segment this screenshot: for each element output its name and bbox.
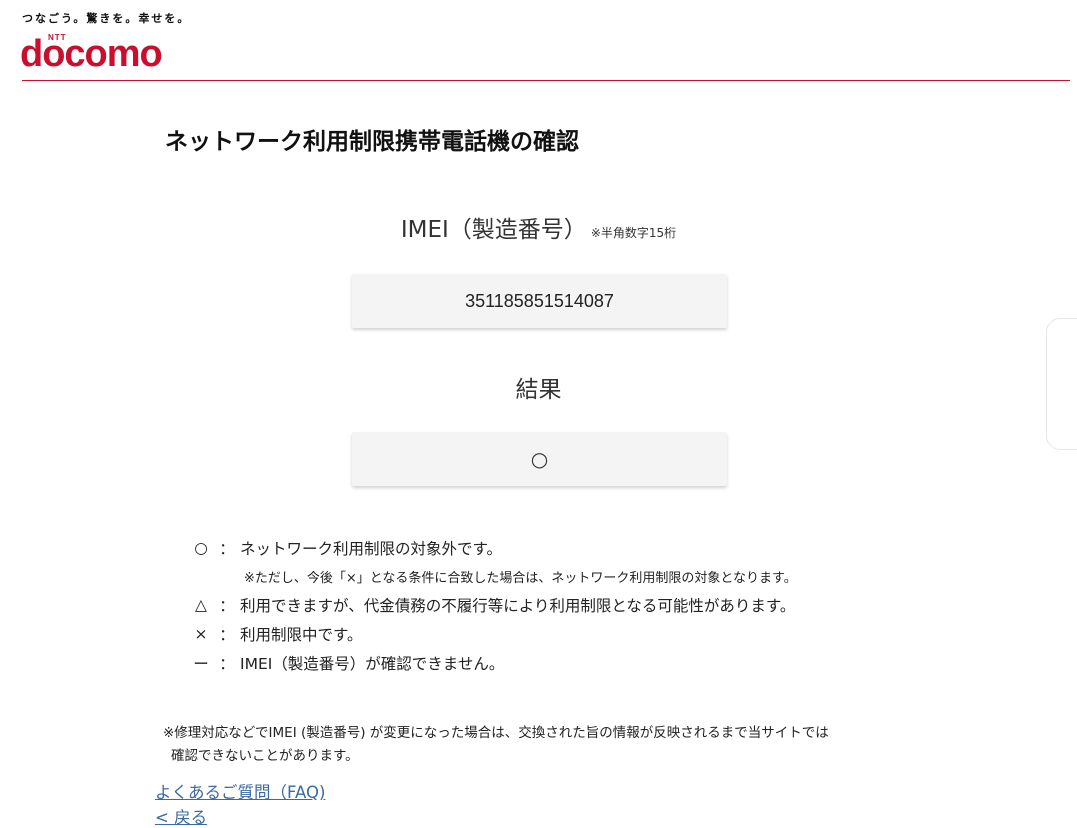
legend: ○ ： ネットワーク利用制限の対象外です。 ※ただし、今後「×」となる条件に合致…: [188, 533, 797, 677]
logo-brand-text: docomo: [20, 33, 163, 75]
legend-item-ok: ○ ： ネットワーク利用制限の対象外です。: [188, 533, 797, 562]
legend-colon: ：: [219, 596, 235, 615]
legend-item-warning: △ ： 利用できますが、代金債務の不履行等により利用制限となる可能性があります。: [188, 590, 797, 619]
legend-text: 利用制限中です。: [240, 625, 363, 644]
footnote-line-1: ※修理対応などでIMEI (製造番号) が変更になった場合は、交換された旨の情報…: [163, 725, 829, 741]
legend-colon: ：: [219, 539, 235, 558]
tagline: つなごう。驚きを。幸せを。: [22, 12, 191, 25]
back-link[interactable]: < 戻る: [155, 804, 207, 828]
legend-text: IMEI（製造番号）が確認できません。: [240, 654, 505, 673]
imei-label: IMEI（製造番号） ※半角数字15桁: [0, 210, 1077, 244]
imei-note: ※半角数字15桁: [590, 226, 677, 240]
result-label: 結果: [515, 377, 562, 403]
site-header: つなごう。驚きを。幸せを。 NTT docomo: [0, 0, 1077, 82]
faq-link[interactable]: よくあるご質問（FAQ): [155, 779, 325, 803]
triangle-symbol-icon: △: [195, 595, 207, 614]
legend-colon: ：: [219, 654, 235, 673]
page-title: ネットワーク利用制限携帯電話機の確認: [165, 129, 579, 155]
legend-text: ネットワーク利用制限の対象外です。: [240, 539, 502, 558]
circle-symbol-icon: ○: [194, 538, 208, 557]
footnote-line-2: 確認できないことがあります。: [171, 748, 359, 764]
side-floating-tab[interactable]: [1046, 318, 1077, 450]
legend-sub-note: ※ただし、今後「×」となる条件に合致した場合は、ネットワーク利用制限の対象となり…: [244, 570, 797, 586]
footnote: ※修理対応などでIMEI (製造番号) が変更になった場合は、交換された旨の情報…: [163, 722, 829, 768]
legend-item-unknown: ー ： IMEI（製造番号）が確認できません。: [188, 648, 797, 677]
legend-text: 利用できますが、代金債務の不履行等により利用制限となる可能性があります。: [240, 596, 796, 615]
dash-symbol-icon: ー: [193, 654, 209, 673]
legend-colon: ：: [219, 625, 235, 644]
result-value-field: ○: [352, 432, 727, 486]
header-divider: [22, 80, 1070, 81]
imei-value-field[interactable]: 351185851514087: [352, 274, 727, 328]
cross-symbol-icon: ×: [194, 624, 208, 643]
imei-label-text: IMEI（製造番号）: [400, 217, 587, 243]
legend-item-restricted: × ： 利用制限中です。: [188, 619, 797, 648]
